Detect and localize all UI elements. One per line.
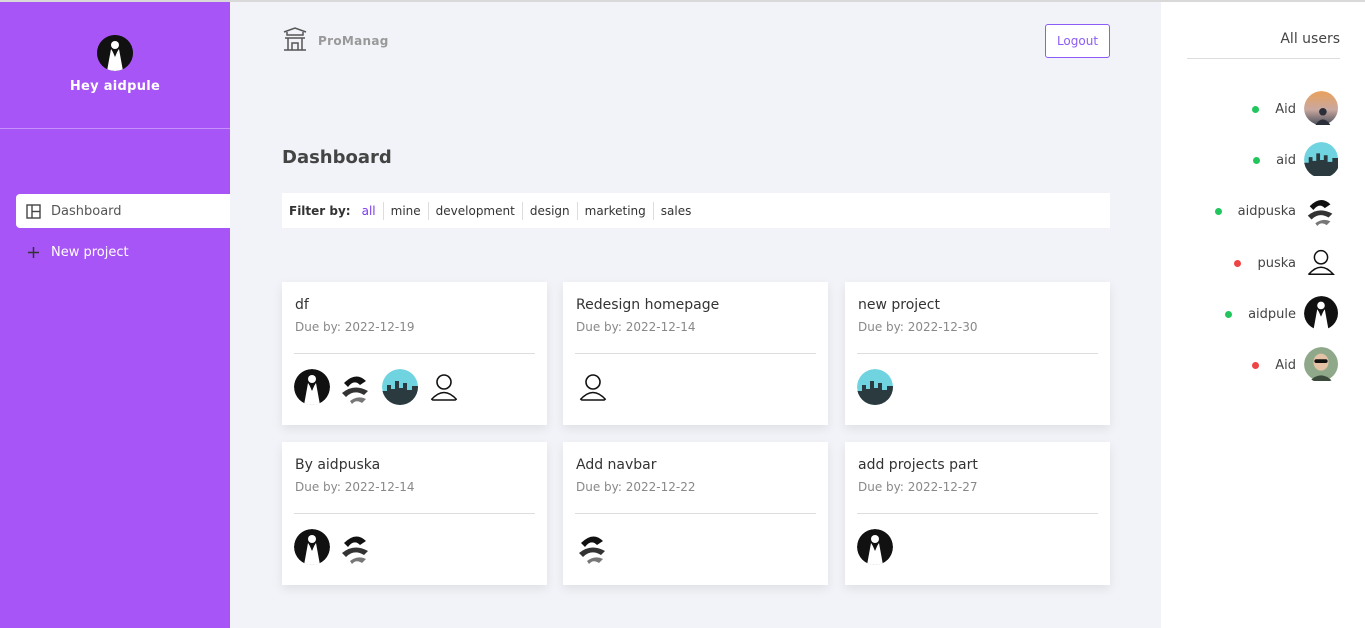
users-panel-divider xyxy=(1187,58,1340,59)
card-divider xyxy=(294,513,535,514)
user-row[interactable]: puska xyxy=(1234,245,1340,281)
filter-mine[interactable]: mine xyxy=(384,201,429,220)
card-divider xyxy=(294,353,535,354)
avatar-portrait xyxy=(1304,347,1340,383)
avatar-outline xyxy=(426,369,462,405)
sidebar: Hey aidpule Dashboard New project xyxy=(0,2,230,628)
user-name: aid xyxy=(1276,152,1296,168)
project-due-date: Due by: 2022-12-14 xyxy=(576,320,696,334)
nav-item-label: New project xyxy=(51,244,129,260)
filter-bar: Filter by: all mine development design m… xyxy=(282,193,1110,228)
avatar-city xyxy=(857,369,893,405)
avatar-sunset xyxy=(1304,91,1340,127)
profile-avatar[interactable] xyxy=(97,35,133,71)
project-title: new project xyxy=(858,297,940,313)
user-name: aidpuska xyxy=(1237,203,1296,219)
layout-icon xyxy=(26,203,41,219)
user-row[interactable]: aid xyxy=(1253,142,1340,178)
brand[interactable]: ProManag xyxy=(282,26,389,56)
user-row[interactable]: Aid xyxy=(1252,91,1340,127)
user-row[interactable]: Aid xyxy=(1252,347,1340,383)
project-due-date: Due by: 2022-12-22 xyxy=(576,480,696,494)
avatar-abstract xyxy=(338,369,374,405)
brand-name: ProManag xyxy=(318,34,389,48)
plus-icon xyxy=(26,245,41,260)
project-due-date: Due by: 2022-12-30 xyxy=(858,320,978,334)
avatar-outline xyxy=(575,369,611,405)
card-divider xyxy=(575,353,816,354)
user-name: Aid xyxy=(1275,357,1296,373)
avatar-city xyxy=(1304,142,1340,178)
member-avatars xyxy=(575,369,619,405)
avatar-abstract xyxy=(338,529,374,565)
greeting-text: Hey aidpule xyxy=(69,79,161,94)
avatar-tuxedo xyxy=(1304,296,1340,332)
project-card[interactable]: Redesign homepage Due by: 2022-12-14 xyxy=(563,282,828,425)
avatar-tuxedo xyxy=(294,369,330,405)
project-title: Redesign homepage xyxy=(576,297,720,313)
card-divider xyxy=(575,513,816,514)
project-card[interactable]: By aidpuska Due by: 2022-12-14 xyxy=(282,442,547,585)
filter-design[interactable]: design xyxy=(523,201,578,220)
online-status-dot xyxy=(1225,310,1233,318)
avatar-abstract xyxy=(1304,193,1340,229)
nav-item-label: Dashboard xyxy=(51,203,122,219)
users-panel: All users Aid aid aidpuska puska aidpule… xyxy=(1161,2,1365,628)
avatar-abstract xyxy=(575,529,611,565)
project-due-date: Due by: 2022-12-14 xyxy=(295,480,415,494)
member-avatars xyxy=(575,529,619,565)
member-avatars xyxy=(857,529,901,565)
project-card[interactable]: new project Due by: 2022-12-30 xyxy=(845,282,1110,425)
filter-marketing[interactable]: marketing xyxy=(578,201,654,220)
offline-status-dot xyxy=(1252,361,1260,369)
filter-sales[interactable]: sales xyxy=(654,202,699,220)
project-title: df xyxy=(295,297,309,313)
project-card[interactable]: Add navbar Due by: 2022-12-22 xyxy=(563,442,828,585)
sidebar-profile: Hey aidpule xyxy=(0,2,230,129)
filter-development[interactable]: development xyxy=(429,201,523,220)
logout-button[interactable]: Logout xyxy=(1045,24,1110,58)
project-due-date: Due by: 2022-12-27 xyxy=(858,480,978,494)
main-content: ProManag Logout Dashboard Filter by: all… xyxy=(230,2,1161,628)
nav-item-new-project[interactable]: New project xyxy=(16,235,230,269)
member-avatars xyxy=(294,369,470,405)
project-card[interactable]: add projects part Due by: 2022-12-27 xyxy=(845,442,1110,585)
member-avatars xyxy=(857,369,901,405)
users-panel-title: All users xyxy=(1280,31,1340,47)
project-due-date: Due by: 2022-12-19 xyxy=(295,320,415,334)
filter-all[interactable]: all xyxy=(355,201,384,220)
project-title: By aidpuska xyxy=(295,457,381,473)
avatar-outline xyxy=(1304,245,1340,281)
online-status-dot xyxy=(1252,105,1260,113)
card-divider xyxy=(857,513,1098,514)
temple-icon xyxy=(282,26,308,56)
user-row[interactable]: aidpule xyxy=(1225,296,1340,332)
member-avatars xyxy=(294,529,382,565)
avatar-city xyxy=(382,369,418,405)
online-status-dot xyxy=(1253,156,1261,164)
user-name: Aid xyxy=(1275,101,1296,117)
page-title: Dashboard xyxy=(282,147,392,168)
project-title: add projects part xyxy=(858,457,978,473)
filter-label: Filter by: xyxy=(289,203,351,218)
card-divider xyxy=(857,353,1098,354)
avatar-tuxedo xyxy=(857,529,893,565)
project-card[interactable]: df Due by: 2022-12-19 xyxy=(282,282,547,425)
offline-status-dot xyxy=(1234,259,1242,267)
user-row[interactable]: aidpuska xyxy=(1214,193,1340,229)
user-name: aidpule xyxy=(1248,306,1296,322)
sidebar-nav: Dashboard New project xyxy=(16,194,230,276)
online-status-dot xyxy=(1214,207,1222,215)
avatar-tuxedo xyxy=(294,529,330,565)
user-name: puska xyxy=(1257,255,1296,271)
project-title: Add navbar xyxy=(576,457,657,473)
nav-item-dashboard[interactable]: Dashboard xyxy=(16,194,230,228)
